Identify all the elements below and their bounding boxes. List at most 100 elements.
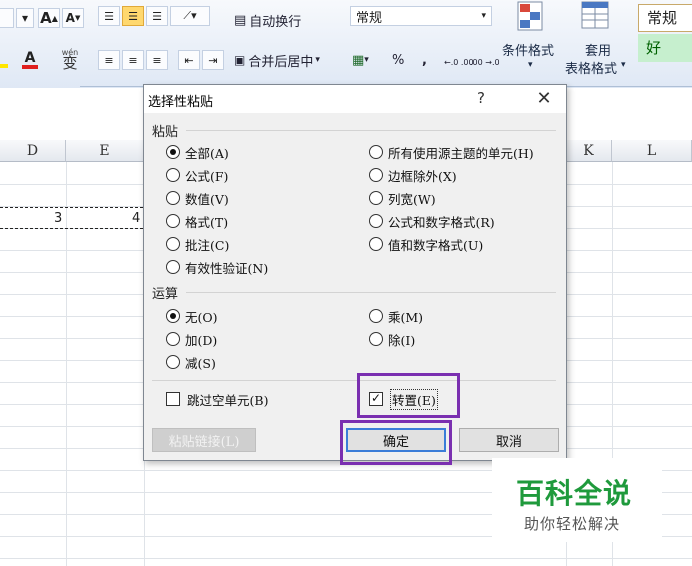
- align-bottom-icon: ☰: [152, 9, 162, 23]
- increase-font-button[interactable]: A ▲: [38, 8, 60, 28]
- paste-special-dialog: 选择性粘贴 ? ✕ 粘贴 全部(A) 公式(F) 数值(V) 格式(T) 批注(…: [143, 84, 567, 465]
- cell-style-normal[interactable]: 常规: [638, 4, 692, 32]
- operation-subtract[interactable]: 减(S): [166, 353, 216, 371]
- radio-icon: [166, 355, 180, 369]
- paste-option-no-borders[interactable]: 边框除外(X): [369, 166, 457, 184]
- paste-option-values[interactable]: 数值(V): [166, 189, 229, 207]
- wrap-text-icon: ▤: [234, 12, 247, 28]
- watermark-logo: 百科全说 助你轻松解决: [492, 458, 662, 542]
- font-color-button[interactable]: A: [14, 50, 46, 70]
- currency-icon: ▦: [352, 52, 365, 68]
- column-header-d[interactable]: D: [0, 140, 66, 162]
- cell-e-value[interactable]: 4: [132, 211, 140, 226]
- fill-color-swatch: [0, 64, 8, 68]
- help-button[interactable]: ?: [477, 89, 485, 107]
- group-divider: [186, 130, 556, 131]
- operation-multiply[interactable]: 乘(M): [369, 307, 423, 325]
- chevron-down-icon: ▾: [21, 11, 29, 25]
- align-center-icon: ≡: [128, 53, 138, 67]
- align-middle-button[interactable]: ☰: [122, 6, 144, 26]
- conditional-format-icon[interactable]: [512, 0, 552, 36]
- paste-option-validation[interactable]: 有效性验证(N): [166, 258, 268, 276]
- dialog-title: 选择性粘贴: [148, 95, 214, 110]
- column-header-e[interactable]: E: [66, 140, 144, 162]
- fill-color-dropdown[interactable]: [0, 50, 10, 70]
- align-top-icon: ☰: [104, 9, 114, 23]
- paste-option-comments[interactable]: 批注(C): [166, 235, 229, 253]
- format-table-label-2[interactable]: 表格格式: [565, 58, 617, 77]
- wrap-text-button[interactable]: ▤ 自动换行: [234, 10, 301, 30]
- text-orientation-icon: ⟋▾: [183, 9, 197, 22]
- paste-option-column-widths[interactable]: 列宽(W): [369, 189, 436, 207]
- radio-icon: [369, 145, 383, 159]
- ribbon: ▾ A ▲ A ▼ A wén 变 ☰ ☰ ☰ ⟋▾ ≡ ≡ ≡ ⇤ ⇥ ▤ 自动换…: [0, 0, 692, 99]
- radio-icon: [166, 237, 180, 251]
- decrease-indent-icon: ⇤: [184, 53, 194, 67]
- grid-row-line: [0, 558, 692, 559]
- align-top-button[interactable]: ☰: [98, 6, 120, 26]
- paste-link-button[interactable]: 粘贴链接(L): [152, 428, 256, 452]
- phonetic-button[interactable]: wén 变: [52, 48, 88, 71]
- group-divider: [152, 380, 556, 381]
- radio-icon: [369, 332, 383, 346]
- radio-selected-icon: [166, 309, 180, 323]
- merge-center-button[interactable]: ▣ 合并后居中 ▾: [234, 50, 320, 70]
- paste-option-all[interactable]: 全部(A): [166, 143, 229, 161]
- cell-style-good[interactable]: 好: [638, 34, 692, 62]
- paste-option-formats[interactable]: 格式(T): [166, 212, 228, 230]
- transpose-highlight-box: [357, 373, 460, 418]
- radio-icon: [369, 214, 383, 228]
- accounting-format-button[interactable]: ▦ ▾: [352, 50, 369, 70]
- checkbox-icon: [166, 392, 180, 406]
- cancel-button[interactable]: 取消: [459, 428, 559, 452]
- watermark-subtitle: 助你轻松解决: [524, 515, 621, 533]
- font-size-dropdown[interactable]: ▾: [16, 8, 34, 28]
- operation-add[interactable]: 加(D): [166, 330, 217, 348]
- chevron-down-icon: ▾: [481, 11, 486, 21]
- decrease-font-button[interactable]: A ▼: [62, 8, 84, 28]
- radio-icon: [166, 168, 180, 182]
- radio-icon: [369, 191, 383, 205]
- decrease-indent-button[interactable]: ⇤: [178, 50, 200, 70]
- increase-indent-button[interactable]: ⇥: [202, 50, 224, 70]
- dialog-titlebar: 选择性粘贴 ? ✕: [144, 85, 566, 113]
- paste-option-formulas-numbers[interactable]: 公式和数字格式(R): [369, 212, 495, 230]
- paste-option-source-theme[interactable]: 所有使用源主题的单元(H): [369, 143, 534, 161]
- percent-style-button[interactable]: %: [392, 50, 404, 70]
- radio-icon: [166, 191, 180, 205]
- skip-blanks-checkbox[interactable]: 跳过空单元(B): [166, 390, 268, 408]
- number-format-select[interactable]: 常规 ▾: [350, 6, 492, 26]
- operation-none[interactable]: 无(O): [166, 307, 218, 325]
- close-icon[interactable]: ✕: [529, 86, 559, 110]
- watermark-title: 百科全说: [516, 477, 633, 510]
- align-left-button[interactable]: ≡: [98, 50, 120, 70]
- decrease-decimal-button[interactable]: .00 →.0: [470, 52, 500, 72]
- group-divider: [186, 292, 556, 293]
- radio-icon: [166, 214, 180, 228]
- chevron-down-icon: ▾: [528, 60, 533, 70]
- align-right-icon: ≡: [152, 53, 162, 67]
- radio-icon: [369, 168, 383, 182]
- font-name-dropdown[interactable]: [0, 8, 14, 28]
- column-header-l[interactable]: L: [612, 140, 692, 162]
- align-right-button[interactable]: ≡: [146, 50, 168, 70]
- paste-option-values-numbers[interactable]: 值和数字格式(U): [369, 235, 483, 253]
- conditional-format-button[interactable]: 条件格式: [502, 40, 554, 59]
- cell-d-value[interactable]: 3: [54, 211, 62, 226]
- align-center-button[interactable]: ≡: [122, 50, 144, 70]
- format-table-label-1[interactable]: 套用: [585, 40, 611, 59]
- column-header-k[interactable]: K: [566, 140, 612, 162]
- radio-icon: [369, 237, 383, 251]
- comma-style-button[interactable]: ,: [422, 50, 427, 70]
- increase-indent-icon: ⇥: [208, 53, 218, 67]
- ok-highlight-box: [340, 420, 452, 465]
- operation-divide[interactable]: 除(I): [369, 330, 415, 348]
- radio-selected-icon: [166, 145, 180, 159]
- format-table-icon[interactable]: [576, 0, 616, 36]
- copy-selection-marquee: [0, 207, 148, 229]
- align-bottom-button[interactable]: ☰: [146, 6, 168, 26]
- orientation-button[interactable]: ⟋▾: [170, 6, 210, 26]
- paste-group-label: 粘贴: [152, 125, 179, 140]
- align-middle-icon: ☰: [128, 9, 138, 23]
- paste-option-formulas[interactable]: 公式(F): [166, 166, 228, 184]
